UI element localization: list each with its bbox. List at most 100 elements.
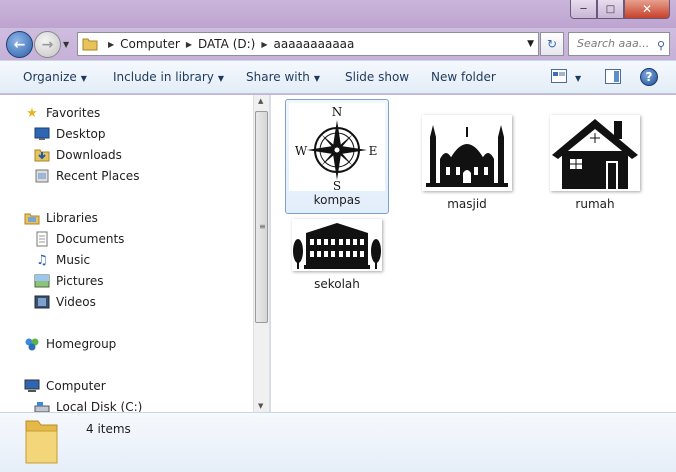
school-icon (293, 223, 381, 269)
computer-icon (24, 379, 40, 392)
breadcrumb-arrow-icon[interactable]: ▶ (261, 40, 267, 49)
nav-desktop[interactable]: Desktop (34, 126, 106, 142)
file-item-sekolah[interactable]: sekolah (285, 219, 389, 291)
organize-button[interactable]: Organize ▼ (23, 70, 87, 84)
file-name: kompas (313, 193, 361, 207)
compass-w: W (295, 144, 308, 158)
address-bar-row: ← → ▼ ▶ Computer ▶ DATA (D:) ▶ aaaaaaaaa… (0, 28, 676, 60)
chevron-down-icon: ▼ (313, 74, 321, 83)
minimize-icon[interactable]: ─ (570, 0, 597, 19)
forward-button[interactable]: → (34, 31, 61, 58)
nav-videos[interactable]: Videos (34, 294, 96, 310)
nav-favorites-label: Favorites (46, 106, 101, 120)
compass-e: E (369, 144, 378, 158)
grip-icon: ≡ (259, 222, 266, 231)
search-input[interactable]: Search aaa... ⚲ (568, 32, 670, 56)
folder-icon (25, 420, 58, 464)
item-count: 4 items (86, 422, 131, 436)
navigation-pane: ★ Favorites Desktop Downloads Recent Pla… (0, 95, 253, 412)
file-name: rumah (575, 197, 615, 211)
navigation-scrollbar[interactable]: ▲ ≡ ▼ (253, 95, 269, 412)
mosque-thumbnail (422, 115, 512, 191)
scroll-up-icon[interactable]: ▲ (258, 97, 263, 105)
homegroup-icon (25, 338, 39, 351)
share-with-button[interactable]: Share with ▼ (246, 70, 320, 84)
music-icon: ♫ (36, 252, 48, 268)
nav-favorites[interactable]: ★ Favorites (24, 105, 100, 121)
window-controls: ─ □ ✕ (570, 0, 670, 19)
nav-homegroup[interactable]: Homegroup (24, 336, 116, 352)
nav-desktop-label: Desktop (56, 127, 106, 141)
file-list-area: N S E W kompas masjid rumah sekolah (271, 95, 676, 412)
details-pane: 4 items (0, 412, 676, 472)
command-bar: Organize ▼ Include in library ▼ Share with… (0, 60, 676, 94)
nav-homegroup-label: Homegroup (46, 337, 117, 351)
folder-icon (82, 38, 98, 51)
school-thumbnail (292, 219, 382, 271)
close-icon[interactable]: ✕ (624, 0, 670, 19)
breadcrumb-arrow-icon[interactable]: ▶ (186, 40, 192, 49)
nav-downloads-label: Downloads (56, 148, 122, 162)
compass-thumbnail: N S E W (289, 103, 385, 191)
preview-pane-icon[interactable] (605, 69, 621, 84)
nav-localdisk-label: Local Disk (C:) (56, 400, 143, 412)
scroll-down-icon[interactable]: ▼ (258, 402, 263, 410)
nav-pictures[interactable]: Pictures (34, 273, 104, 289)
recent-pages-dropdown-icon[interactable]: ▼ (63, 40, 69, 49)
nav-recent-label: Recent Places (56, 169, 140, 183)
include-in-library-button[interactable]: Include in library ▼ (113, 70, 224, 84)
compass-n: N (332, 105, 343, 119)
view-options-dropdown-icon[interactable]: ▼ (575, 70, 581, 84)
nav-music[interactable]: ♫ Music (34, 252, 90, 268)
nav-computer[interactable]: Computer (24, 378, 106, 394)
breadcrumb-current-folder[interactable]: aaaaaaaaaaa (274, 37, 355, 51)
compass-s: S (333, 179, 341, 191)
chevron-down-icon: ▼ (80, 74, 87, 83)
nav-pictures-label: Pictures (56, 274, 104, 288)
search-placeholder: Search aaa... (577, 37, 650, 50)
back-button[interactable]: ← (6, 31, 33, 58)
chevron-down-icon: ▼ (217, 74, 225, 83)
desktop-icon (34, 127, 50, 140)
nav-documents[interactable]: Documents (34, 231, 124, 247)
nav-local-disk[interactable]: Local Disk (C:) (34, 399, 142, 412)
share-label: Share with (246, 70, 310, 84)
nav-documents-label: Documents (56, 232, 125, 246)
downloads-folder-icon (34, 149, 50, 162)
organize-label: Organize (23, 70, 77, 84)
file-item-masjid[interactable]: masjid (415, 115, 519, 211)
slide-show-button[interactable]: Slide show (345, 70, 409, 84)
title-bar: ─ □ ✕ (0, 0, 676, 28)
nav-libraries[interactable]: Libraries (24, 210, 98, 226)
drive-icon (34, 402, 50, 412)
address-field[interactable]: ▶ Computer ▶ DATA (D:) ▶ aaaaaaaaaaa ▼ (77, 32, 539, 56)
nav-downloads[interactable]: Downloads (34, 147, 122, 163)
new-folder-button[interactable]: New folder (431, 70, 496, 84)
change-view-icon[interactable] (551, 69, 567, 83)
breadcrumb-data-drive[interactable]: DATA (D:) (198, 37, 255, 51)
mosque-icon (426, 125, 508, 187)
include-label: Include in library (113, 70, 214, 84)
compass-icon: N S E W (295, 105, 378, 191)
address-dropdown-icon[interactable]: ▼ (527, 39, 534, 49)
recent-places-icon (35, 169, 49, 183)
breadcrumb-arrow-icon[interactable]: ▶ (108, 40, 114, 49)
breadcrumb-computer[interactable]: Computer (120, 37, 180, 51)
house-thumbnail (550, 115, 640, 191)
house-icon (552, 119, 638, 189)
star-icon: ★ (26, 105, 38, 121)
nav-videos-label: Videos (56, 295, 96, 309)
file-name: sekolah (314, 277, 360, 291)
nav-music-label: Music (56, 253, 91, 267)
maximize-icon[interactable]: □ (597, 0, 624, 19)
file-name: masjid (447, 197, 487, 211)
nav-recent-places[interactable]: Recent Places (34, 168, 139, 184)
file-item-kompas[interactable]: N S E W kompas (285, 99, 389, 214)
scrollbar-thumb[interactable]: ≡ (255, 111, 268, 323)
nav-libraries-label: Libraries (46, 211, 98, 225)
file-item-rumah[interactable]: rumah (543, 115, 647, 211)
refresh-button[interactable]: ↻ (540, 32, 564, 56)
help-icon[interactable]: ? (640, 68, 658, 86)
chevron-down-icon: ▼ (575, 74, 582, 83)
nav-computer-label: Computer (46, 379, 106, 393)
